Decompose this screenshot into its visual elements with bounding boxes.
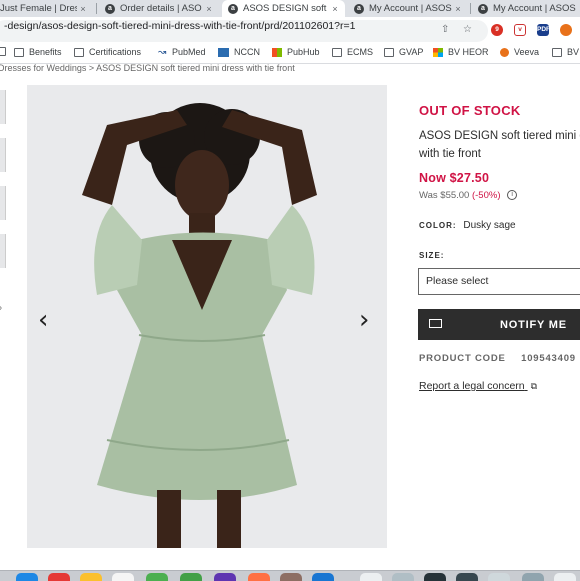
asos-favicon-icon: a <box>228 3 238 14</box>
extension-red-icon[interactable]: 9 <box>491 24 503 36</box>
tab-separator <box>470 3 471 14</box>
previous-price: Was $55.00 (-50%) i <box>419 190 518 201</box>
bookmark-benefits[interactable]: Benefits <box>14 47 62 57</box>
product-code-value: 109543409 <box>521 353 576 364</box>
tab-order-details[interactable]: a Order details | ASO × <box>99 0 219 17</box>
size-select[interactable]: Please select <box>418 268 580 295</box>
product-title: ASOS DESIGN soft tiered mini dress with … <box>419 130 580 160</box>
folder-icon <box>14 47 24 57</box>
windows-icon <box>433 47 443 57</box>
external-link-icon: ⧉ <box>530 381 538 391</box>
was-price: Was $55.00 <box>419 190 470 201</box>
color-row: COLOR: Dusky sage <box>419 220 516 231</box>
thumbnail[interactable] <box>0 234 6 268</box>
close-icon[interactable]: × <box>203 4 215 14</box>
folder-icon <box>74 47 84 57</box>
bookmark-bv[interactable]: BV <box>552 47 579 57</box>
bookmarks-bar: Benefits Certifications ↝ PubMed NCCN Pu… <box>0 44 580 64</box>
product-code-row: PRODUCT CODE 109543409 <box>419 353 576 364</box>
tab-asos-design-active[interactable]: a ASOS DESIGN soft × <box>222 0 345 17</box>
discount-percent: (-50%) <box>471 190 501 201</box>
bookmark-ecms[interactable]: ECMS <box>332 47 373 57</box>
share-icon[interactable]: ⇧ <box>441 24 449 35</box>
asos-favicon-icon: a <box>105 3 115 14</box>
close-icon[interactable]: × <box>329 4 341 14</box>
tab-separator <box>96 3 97 14</box>
current-price: Now $27.50 <box>419 171 490 185</box>
legal-concern-link[interactable]: Report a legal concern ⧉ <box>419 380 537 392</box>
browser-tab-strip: Just Female | Dres × a Order details | A… <box>0 0 580 17</box>
asos-favicon-icon: a <box>354 3 364 14</box>
extension-orange-icon[interactable] <box>560 24 572 36</box>
close-icon[interactable]: × <box>77 4 89 14</box>
folder-icon <box>0 47 6 56</box>
thumbnail[interactable] <box>0 138 6 172</box>
thumbnail[interactable] <box>0 90 6 124</box>
envelope-icon <box>429 319 442 328</box>
model-in-dress-image <box>82 103 317 548</box>
shield-extension-icon[interactable]: v <box>514 24 526 36</box>
bookmark-certifications[interactable]: Certifications <box>74 47 141 57</box>
thumbnail[interactable] <box>0 186 6 220</box>
stock-status: OUT OF STOCK <box>419 103 521 118</box>
tab-title: Order details | ASO <box>120 3 202 14</box>
color-value: Dusky sage <box>463 220 516 231</box>
tab-just-female[interactable]: Just Female | Dres × <box>0 0 93 17</box>
bookmark-star-icon[interactable]: ☆ <box>463 24 472 35</box>
bookmark-nccn[interactable]: NCCN <box>218 47 260 57</box>
pdf-extension-icon[interactable]: PDF <box>537 24 550 36</box>
tab-my-account-1[interactable]: a My Account | ASOS × <box>348 0 468 17</box>
bookmark-pubhub[interactable]: PubHub <box>272 47 320 57</box>
notify-me-button[interactable]: NOTIFY ME <box>418 309 580 340</box>
tab-title: ASOS DESIGN soft <box>243 3 327 14</box>
folder-icon <box>384 47 394 57</box>
pubmed-icon: ↝ <box>158 46 167 58</box>
veeva-icon <box>500 47 509 57</box>
bookmark-folder-partial[interactable] <box>0 47 11 56</box>
url-text[interactable]: -design/asos-design-soft-tiered-mini-dre… <box>4 20 355 32</box>
folder-icon <box>332 47 342 57</box>
next-image-arrow[interactable]: › <box>359 307 369 333</box>
bookmark-gvap[interactable]: GVAP <box>384 47 423 57</box>
nccn-icon <box>218 47 229 57</box>
bookmark-pubmed[interactable]: ↝ PubMed <box>158 47 206 57</box>
tab-my-account-2[interactable]: a My Account | ASOS <box>472 0 580 17</box>
tab-title: My Account | ASOS <box>493 3 576 14</box>
info-icon[interactable]: i <box>507 190 518 201</box>
breadcrumb[interactable]: Dresses for Weddings > ASOS DESIGN soft … <box>0 63 295 73</box>
tab-title: Just Female | Dres <box>0 3 77 14</box>
macos-dock <box>0 570 580 581</box>
product-image[interactable] <box>27 85 387 548</box>
folder-icon <box>552 47 562 57</box>
close-icon[interactable]: × <box>452 4 464 14</box>
color-label: COLOR: <box>419 221 457 230</box>
thumbnail-indicator-icon: ° <box>0 306 2 317</box>
pubhub-icon <box>272 47 282 57</box>
prev-image-arrow[interactable]: ‹ <box>38 307 48 333</box>
notify-me-label: NOTIFY ME <box>500 319 567 331</box>
bookmark-bv-heor[interactable]: BV HEOR <box>433 47 489 57</box>
product-code-label: PRODUCT CODE <box>419 353 506 364</box>
asos-favicon-icon: a <box>478 3 488 14</box>
tab-title: My Account | ASOS <box>369 3 452 14</box>
bookmark-veeva[interactable]: Veeva <box>500 47 539 57</box>
size-label: SIZE: <box>419 251 445 260</box>
